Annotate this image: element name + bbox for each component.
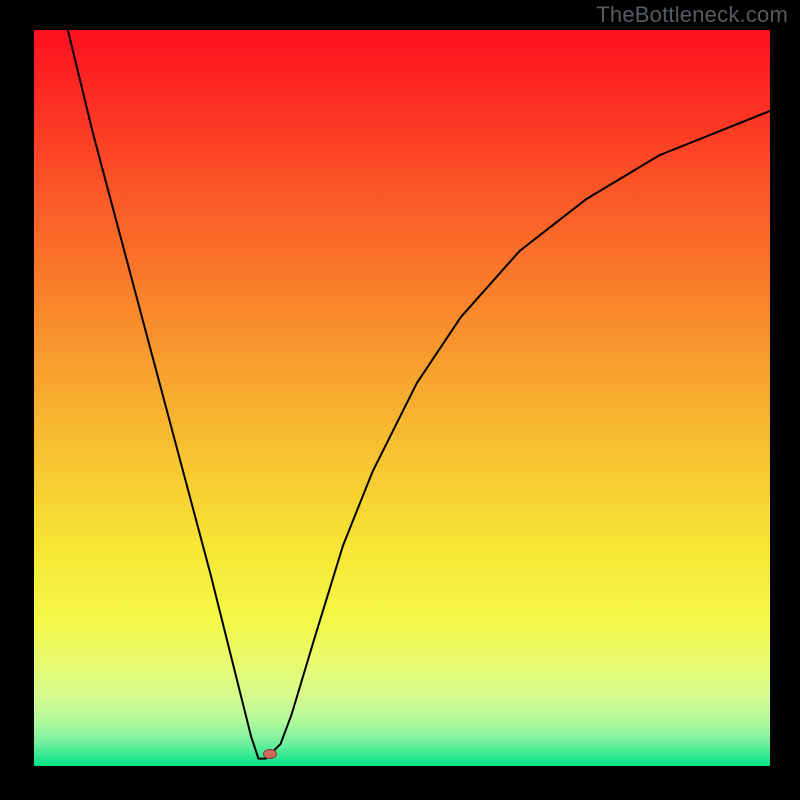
watermark-text: TheBottleneck.com [596, 2, 788, 28]
plot-area [34, 30, 770, 766]
optimum-marker [263, 749, 277, 759]
chart-frame: TheBottleneck.com [0, 0, 800, 800]
bottleneck-curve [34, 30, 770, 766]
